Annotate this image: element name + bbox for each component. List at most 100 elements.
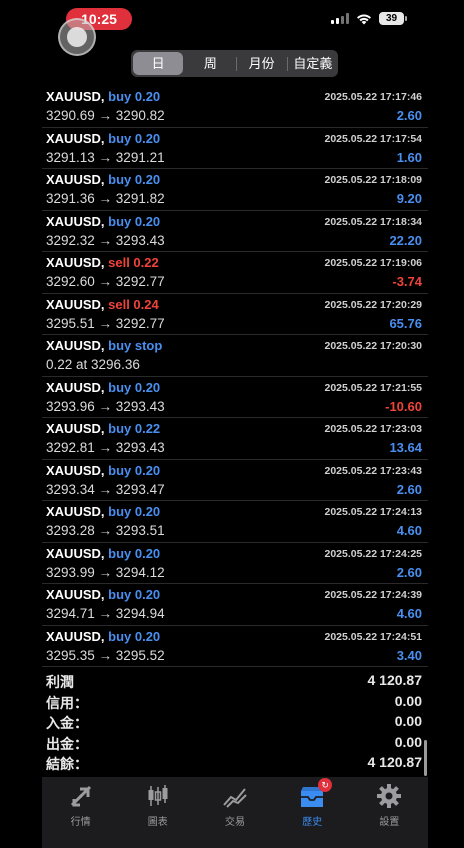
deal-row[interactable]: XAUUSD, buy 0.20 3295.35 → 3295.52 2025.05… bbox=[42, 626, 428, 667]
summary-row: 利潤 4 120.87 bbox=[42, 670, 428, 691]
summary-value: 4 120.87 bbox=[367, 672, 423, 688]
deal-prices: 3293.96 → 3293.43 bbox=[46, 398, 165, 414]
segment-custom[interactable]: 自定義 bbox=[288, 50, 338, 77]
segment-week[interactable]: 周 bbox=[185, 50, 235, 77]
deal-prices: 3293.28 → 3293.51 bbox=[46, 523, 165, 538]
symbol-text: XAUUSD, bbox=[46, 379, 105, 395]
deal-profit: 2.60 bbox=[396, 108, 422, 123]
deal-row[interactable]: XAUUSD, buy 0.20 3290.69 → 3290.82 2025.05… bbox=[42, 86, 428, 128]
deal-row[interactable]: XAUUSD, buy 0.20 3293.28 → 3293.51 2025.05… bbox=[42, 501, 428, 543]
tab-history[interactable]: ↻ 歷史 bbox=[274, 777, 351, 848]
deal-prices: 3292.60 → 3292.77 bbox=[46, 274, 165, 289]
deal-profit: 4.60 bbox=[396, 523, 422, 538]
history-badge: ↻ bbox=[318, 778, 333, 792]
summary-label: 入金： bbox=[46, 715, 88, 731]
deal-type: buy 0.20 bbox=[108, 587, 161, 602]
deal-row[interactable]: XAUUSD, buy 0.20 3294.71 → 3294.94 2025.05… bbox=[42, 584, 428, 626]
deal-prices: 3295.51 → 3292.77 bbox=[46, 315, 165, 331]
deal-datetime: 2025.05.22 17:24:51 bbox=[324, 630, 423, 643]
deal-prices: 3291.36 → 3291.82 bbox=[46, 191, 165, 206]
symbol-text: XAUUSD, bbox=[46, 587, 105, 602]
deal-type: buy 0.20 bbox=[108, 89, 161, 104]
segment-month[interactable]: 月份 bbox=[237, 50, 287, 77]
tab-trade[interactable]: 交易 bbox=[196, 777, 273, 848]
deal-profit: 9.20 bbox=[396, 191, 422, 206]
deal-profit: 4.60 bbox=[396, 606, 422, 621]
deal-datetime: 2025.05.22 17:23:03 bbox=[324, 423, 423, 435]
deal-type: buy 0.20 bbox=[108, 379, 161, 395]
deal-symbol: XAUUSD, buy 0.20 bbox=[46, 463, 160, 478]
deal-row[interactable]: XAUUSD, buy stop 0.22 at 3296.36 2025.05.2… bbox=[42, 335, 428, 377]
deal-symbol: XAUUSD, sell 0.22 bbox=[46, 255, 159, 270]
deal-row[interactable]: XAUUSD, buy 0.20 3293.99 → 3294.12 2025.05… bbox=[42, 543, 428, 584]
deal-type: buy 0.20 bbox=[108, 628, 161, 644]
deal-datetime: 2025.05.22 17:20:30 bbox=[324, 340, 423, 352]
tab-settings[interactable]: 設置 bbox=[351, 777, 428, 848]
status-bar: 10:25 39 bbox=[42, 0, 428, 40]
deal-type: buy 0.20 bbox=[108, 172, 161, 187]
deal-row[interactable]: XAUUSD, buy 0.22 3292.81 → 3293.43 2025.05… bbox=[42, 418, 428, 460]
deal-type: sell 0.22 bbox=[108, 255, 159, 270]
deal-prices: 3292.81 → 3293.43 bbox=[46, 440, 165, 455]
deal-row[interactable]: XAUUSD, sell 0.24 3295.51 → 3292.77 2025.0… bbox=[42, 294, 428, 335]
tab-label: 交易 bbox=[225, 817, 245, 828]
symbol-text: XAUUSD, bbox=[46, 130, 105, 146]
deal-datetime: 2025.05.22 17:23:43 bbox=[324, 464, 423, 477]
deal-symbol: XAUUSD, buy 0.20 bbox=[46, 629, 160, 644]
deal-type: buy 0.22 bbox=[108, 421, 161, 436]
deals-list: XAUUSD, buy 0.20 3290.69 → 3290.82 2025.05… bbox=[42, 86, 428, 667]
deal-profit: 1.60 bbox=[396, 149, 422, 165]
deal-symbol: XAUUSD, buy 0.20 bbox=[46, 504, 160, 519]
deal-type: buy 0.20 bbox=[108, 504, 161, 519]
symbol-text: XAUUSD, bbox=[46, 296, 105, 312]
tab-label: 設置 bbox=[379, 817, 400, 828]
deal-row[interactable]: XAUUSD, buy 0.20 3292.32 → 3293.43 2025.05… bbox=[42, 211, 428, 252]
deal-datetime: 2025.05.22 17:24:25 bbox=[324, 547, 423, 560]
deal-type: sell 0.24 bbox=[108, 296, 159, 312]
deal-datetime: 2025.05.22 17:19:06 bbox=[324, 257, 423, 269]
segment-day[interactable]: 日 bbox=[133, 52, 184, 75]
deal-profit: 13.64 bbox=[389, 440, 422, 455]
deal-row[interactable]: XAUUSD, buy 0.20 3291.13 → 3291.21 2025.05… bbox=[42, 128, 428, 169]
tab-quotes[interactable]: 行情 bbox=[42, 777, 119, 848]
deal-datetime: 2025.05.22 17:18:09 bbox=[324, 174, 423, 186]
account-summary: 利潤 4 120.87 信用： 0.00 入金： 0.00 出金： 0.00 結餘： 4 120.… bbox=[42, 670, 428, 773]
symbol-text: XAUUSD, bbox=[46, 172, 105, 187]
deal-profit: 3.40 bbox=[396, 647, 422, 663]
deal-row[interactable]: XAUUSD, buy 0.20 3291.36 → 3291.82 2025.05… bbox=[42, 169, 428, 211]
history-icon-wrap: ↻ bbox=[299, 778, 333, 809]
scrollbar[interactable] bbox=[424, 740, 427, 776]
deal-prices: 3295.35 → 3295.52 bbox=[46, 647, 165, 663]
deal-row[interactable]: XAUUSD, buy 0.20 3293.34 → 3293.47 2025.05… bbox=[42, 460, 428, 501]
deal-symbol: XAUUSD, sell 0.24 bbox=[46, 297, 159, 312]
battery-icon: 39 bbox=[379, 12, 407, 25]
app-frame: 10:25 39 日 周 月份 自定義 XAUUSD, buy 0.20 3290… bbox=[42, 0, 428, 848]
deal-type: buy 0.20 bbox=[108, 545, 161, 561]
assistive-touch-button[interactable] bbox=[58, 18, 96, 56]
deal-prices: 3291.13 → 3291.21 bbox=[46, 149, 165, 165]
symbol-text: XAUUSD, bbox=[46, 338, 105, 353]
wifi-icon bbox=[357, 14, 371, 24]
deal-row[interactable]: XAUUSD, buy 0.20 3293.96 → 3293.43 2025.05… bbox=[42, 377, 428, 418]
deal-datetime: 2025.05.22 17:24:13 bbox=[324, 506, 423, 518]
deal-datetime: 2025.05.22 17:24:39 bbox=[324, 589, 423, 601]
symbol-text: XAUUSD, bbox=[46, 421, 105, 436]
deal-datetime: 2025.05.22 17:17:54 bbox=[324, 132, 423, 145]
summary-row: 出金： 0.00 bbox=[42, 732, 428, 753]
deal-datetime: 2025.05.22 17:17:46 bbox=[324, 91, 423, 103]
deal-symbol: XAUUSD, buy 0.20 bbox=[46, 89, 160, 104]
deal-profit: -10.60 bbox=[385, 398, 422, 414]
tab-chart[interactable]: 圖表 bbox=[119, 777, 196, 848]
summary-row: 結餘： 4 120.87 bbox=[42, 752, 428, 773]
summary-value: 4 120.87 bbox=[367, 754, 423, 770]
deal-symbol: XAUUSD, buy 0.20 bbox=[46, 131, 160, 146]
chart-icon bbox=[148, 785, 168, 806]
deal-symbol: XAUUSD, buy 0.20 bbox=[46, 546, 160, 561]
symbol-text: XAUUSD, bbox=[46, 504, 105, 519]
deal-symbol: XAUUSD, buy 0.20 bbox=[46, 172, 160, 187]
deal-row[interactable]: XAUUSD, sell 0.22 3292.60 → 3292.77 2025.0… bbox=[42, 252, 428, 294]
symbol-text: XAUUSD, bbox=[46, 213, 105, 229]
summary-value: 0.00 bbox=[394, 692, 422, 709]
deal-datetime: 2025.05.22 17:20:29 bbox=[324, 298, 423, 311]
symbol-text: XAUUSD, bbox=[46, 462, 105, 478]
